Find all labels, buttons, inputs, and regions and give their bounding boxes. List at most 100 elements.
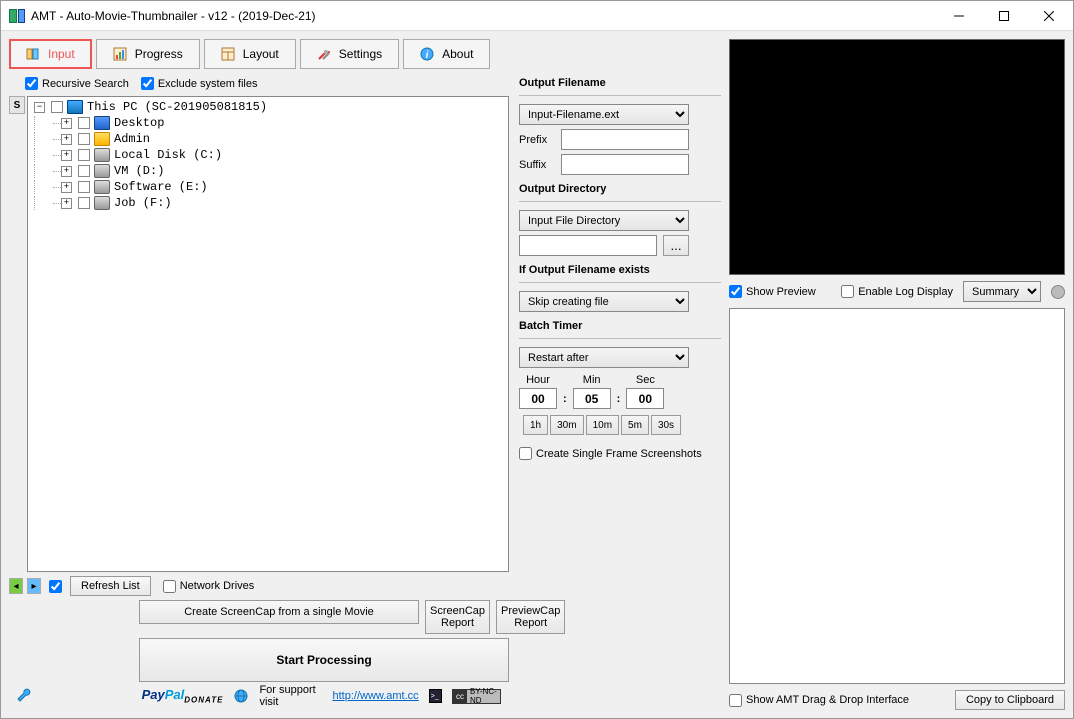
output-dir-section: Output Directory Input File Directory ..… (519, 183, 721, 256)
cc-license[interactable]: ccBY-NC-ND (452, 689, 501, 704)
wrench-icon[interactable] (17, 688, 33, 704)
tree-item[interactable]: Admin (114, 132, 150, 146)
preset-1h[interactable]: 1h (523, 415, 548, 435)
suffix-input[interactable] (561, 154, 689, 175)
svg-text:i: i (426, 50, 429, 61)
output-filename-label: Output Filename (519, 77, 721, 89)
tab-progress-label: Progress (135, 47, 183, 61)
tab-input-label: Input (48, 47, 75, 61)
tab-settings[interactable]: Settings (300, 39, 399, 69)
preset-30s[interactable]: 30s (651, 415, 681, 435)
status-indicator (1051, 285, 1065, 299)
tab-about-label: About (442, 47, 473, 61)
nav-fwd-button[interactable]: ▸ (27, 578, 41, 594)
tree-checkbox[interactable] (78, 133, 90, 145)
tree-item[interactable]: Software (E:) (114, 180, 208, 194)
exclude-check[interactable]: Exclude system files (141, 77, 258, 90)
minimize-button[interactable] (936, 1, 981, 30)
layout-icon (221, 47, 235, 61)
tab-input[interactable]: Input (9, 39, 92, 69)
exists-section: If Output Filename exists Skip creating … (519, 264, 721, 312)
network-drives-check[interactable]: Network Drives (163, 580, 255, 593)
screencap-report-button[interactable]: ScreenCapReport (425, 600, 490, 634)
output-dir-label: Output Directory (519, 183, 721, 195)
tab-about[interactable]: i About (403, 39, 490, 69)
tree-item[interactable]: Local Disk (C:) (114, 148, 222, 162)
tree-expand-icon[interactable]: + (61, 182, 72, 193)
pc-icon (67, 100, 83, 114)
single-movie-button[interactable]: Create ScreenCap from a single Movie (139, 600, 419, 624)
refresh-button[interactable]: Refresh List (70, 576, 151, 596)
sec-label: Sec (636, 374, 655, 386)
maximize-button[interactable] (981, 1, 1026, 30)
filename-select[interactable]: Input-Filename.ext (519, 104, 689, 125)
support-link[interactable]: http://www.amt.cc (332, 690, 418, 702)
tab-layout-label: Layout (243, 47, 279, 61)
folder-icon (94, 132, 110, 146)
dir-select[interactable]: Input File Directory (519, 210, 689, 231)
tree-checkbox[interactable] (51, 101, 63, 113)
start-button[interactable]: Start Processing (139, 638, 509, 682)
hour-label: Hour (526, 374, 550, 386)
prefix-input[interactable] (561, 129, 689, 150)
tree-expand-icon[interactable]: + (61, 166, 72, 177)
sec-input[interactable] (626, 388, 664, 409)
tab-progress[interactable]: Progress (96, 39, 200, 69)
globe-icon[interactable] (233, 688, 249, 704)
tree-checkbox[interactable] (78, 117, 90, 129)
hour-input[interactable] (519, 388, 557, 409)
titlebar: AMT - Auto-Movie-Thumbnailer - v12 - (20… (1, 1, 1073, 31)
enable-log-check[interactable]: Enable Log Display (841, 285, 953, 298)
prefix-label: Prefix (519, 134, 555, 146)
tree-item[interactable]: Job (F:) (114, 196, 172, 210)
drive-icon (94, 148, 110, 162)
dir-path-input[interactable] (519, 235, 657, 256)
settings-icon (317, 47, 331, 61)
tab-bar: Input Progress Layout Settings i About (9, 39, 721, 69)
tree-checkbox[interactable] (78, 197, 90, 209)
drive-icon (94, 180, 110, 194)
min-input[interactable] (573, 388, 611, 409)
tree-collapse-icon[interactable]: − (34, 102, 45, 113)
exists-select[interactable]: Skip creating file (519, 291, 689, 312)
paypal-donate[interactable]: PayPalDONATE (142, 687, 224, 705)
tree-root[interactable]: This PC (SC-201905081815) (87, 100, 267, 114)
timer-select[interactable]: Restart after (519, 347, 689, 368)
nav-back-button[interactable]: ◂ (9, 578, 23, 594)
app-icon (9, 9, 25, 23)
tree-item[interactable]: VM (D:) (114, 164, 164, 178)
preset-10m[interactable]: 10m (586, 415, 619, 435)
timer-section: Batch Timer Restart after Hour : Min : S… (519, 320, 721, 435)
tree-checkbox[interactable] (78, 165, 90, 177)
timer-label: Batch Timer (519, 320, 721, 332)
copy-clipboard-button[interactable]: Copy to Clipboard (955, 690, 1065, 710)
browse-button[interactable]: ... (663, 235, 689, 256)
folder-tree[interactable]: − This PC (SC-201905081815) + Desktop + Adm… (27, 96, 509, 572)
tree-expand-icon[interactable]: + (61, 150, 72, 161)
close-button[interactable] (1026, 1, 1071, 30)
progress-icon (113, 47, 127, 61)
show-preview-check[interactable]: Show Preview (729, 285, 816, 298)
tree-checkbox[interactable] (78, 149, 90, 161)
tree-expand-icon[interactable]: + (61, 134, 72, 145)
recursive-check[interactable]: Recursive Search (25, 77, 129, 90)
exists-label: If Output Filename exists (519, 264, 721, 276)
output-filename-section: Output Filename Input-Filename.ext Prefi… (519, 77, 721, 175)
tab-settings-label: Settings (339, 47, 382, 61)
terminal-icon[interactable] (429, 689, 442, 703)
tree-checkbox[interactable] (78, 181, 90, 193)
window-title: AMT - Auto-Movie-Thumbnailer - v12 - (20… (31, 9, 936, 23)
single-frame-check[interactable]: Create Single Frame Screenshots (519, 447, 721, 460)
drag-drop-check[interactable]: Show AMT Drag & Drop Interface (729, 694, 909, 707)
suffix-label: Suffix (519, 159, 555, 171)
tree-expand-icon[interactable]: + (61, 198, 72, 209)
preset-30m[interactable]: 30m (550, 415, 583, 435)
footer-check[interactable] (49, 580, 62, 593)
s-button[interactable]: S (9, 96, 25, 114)
tree-expand-icon[interactable]: + (61, 118, 72, 129)
log-area[interactable] (729, 308, 1065, 684)
tree-item[interactable]: Desktop (114, 116, 164, 130)
tab-layout[interactable]: Layout (204, 39, 296, 69)
preset-5m[interactable]: 5m (621, 415, 649, 435)
log-level-select[interactable]: Summary (963, 281, 1041, 302)
